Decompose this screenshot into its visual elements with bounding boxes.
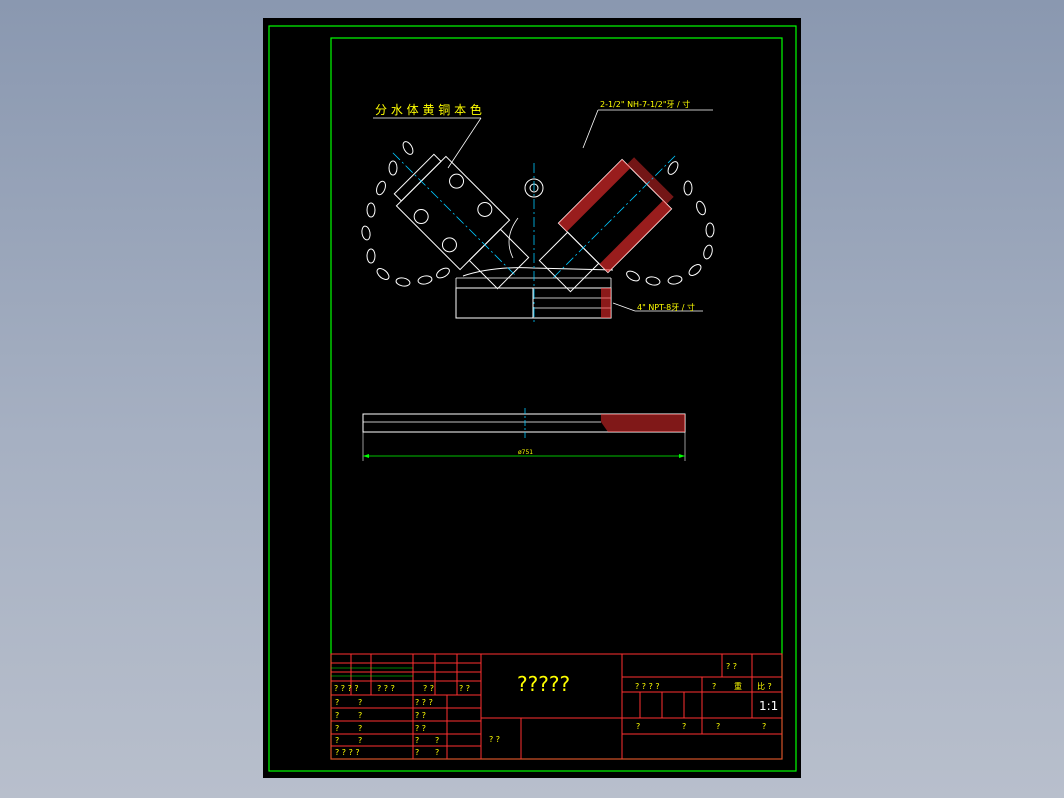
cad-drawing-canvas: 分 水 体 黄 铜 本 色 2-1/2" NH-7-1/2"牙 / 寸 4" N… xyxy=(268,25,797,772)
tb-row3-b: ? xyxy=(358,724,362,733)
drawing-sheet: 分 水 体 黄 铜 本 色 2-1/2" NH-7-1/2"牙 / 寸 4" N… xyxy=(263,18,801,778)
tb-left-header-1: ? ? ? ? xyxy=(334,684,359,693)
tb-mid-label: ? ? xyxy=(489,735,500,744)
tb-right-bottom-4: ? xyxy=(762,722,766,731)
outer-border xyxy=(268,25,797,772)
tb-left-header-3: ? ? xyxy=(423,684,434,693)
tb-row5-c: ? xyxy=(435,748,439,757)
inner-border xyxy=(330,37,783,760)
tb-right-header-c: 重 xyxy=(734,681,742,691)
tb-left-header-2: ? ? ? xyxy=(377,684,395,693)
drawing-scale: 1:1 xyxy=(759,699,778,713)
right-chain xyxy=(626,161,715,286)
siamese-connection-assembly xyxy=(361,109,715,323)
title-block-frame xyxy=(330,653,783,760)
tb-row4-b: ? xyxy=(358,736,362,745)
tb-right-header-a: ? ? ? ? xyxy=(635,682,660,691)
tb-row4-d: ? xyxy=(435,736,439,745)
tb-row5-a: ? ? ? ? xyxy=(335,748,360,757)
tb-row4-c: ? xyxy=(415,736,419,745)
left-chain xyxy=(361,141,450,287)
tb-right-top: ? ? xyxy=(726,662,737,671)
tb-row1-c: ? ? ? xyxy=(415,698,433,707)
tb-row1-b: ? xyxy=(358,698,362,707)
tb-row4-a: ? xyxy=(335,736,339,745)
tb-row1-a: ? xyxy=(335,698,339,707)
tb-right-bottom-1: ? xyxy=(636,722,640,731)
tb-row2-b: ? xyxy=(358,711,362,720)
thread-callout-top: 2-1/2" NH-7-1/2"牙 / 寸 xyxy=(600,99,690,109)
tb-right-header-d: 比 ? xyxy=(757,681,772,691)
tb-row3-a: ? xyxy=(335,724,339,733)
tb-row2-a: ? xyxy=(335,711,339,720)
tb-right-bottom-2: ? xyxy=(682,722,686,731)
tb-right-bottom-3: ? xyxy=(716,722,720,731)
material-callout: 分 水 体 黄 铜 本 色 xyxy=(375,102,482,117)
tb-row2-c: ? ? xyxy=(415,711,426,720)
tb-row5-b: ? xyxy=(415,748,419,757)
tb-row3-c: ? ? xyxy=(415,724,426,733)
tb-left-header-4: ? ? xyxy=(459,684,470,693)
tb-right-header-b: ? xyxy=(712,682,716,691)
thread-callout-bottom: 4" NPT-8牙 / 寸 xyxy=(637,302,695,312)
drawing-title: ????? xyxy=(517,672,570,696)
plate-diameter-dimension: ø751 xyxy=(518,449,533,456)
